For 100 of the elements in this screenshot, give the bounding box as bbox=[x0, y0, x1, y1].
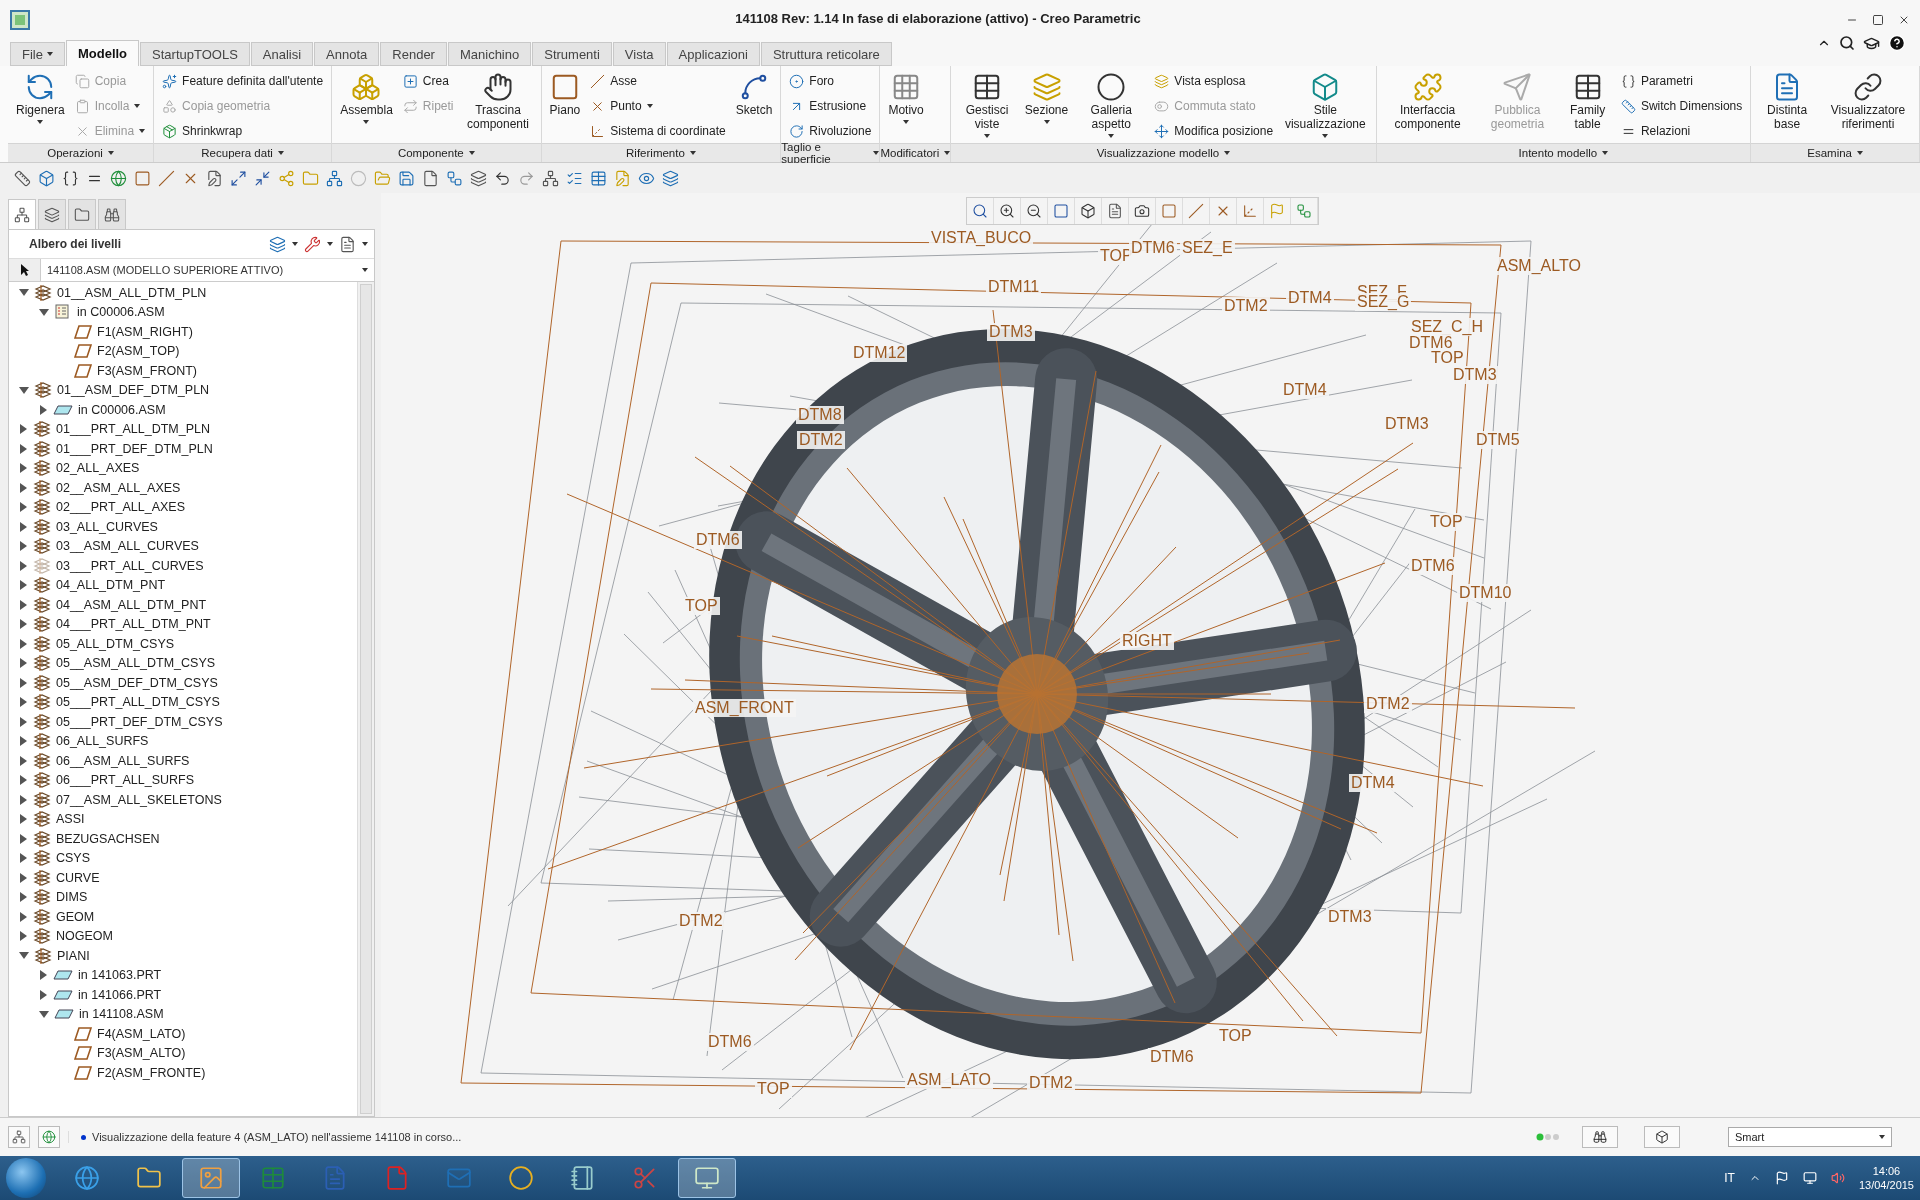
group-label[interactable]: Intento modello bbox=[1376, 143, 1751, 162]
search-icon[interactable] bbox=[1839, 35, 1855, 51]
panel-tab[interactable] bbox=[98, 199, 126, 229]
expand-toggle-icon[interactable] bbox=[20, 872, 27, 883]
expand-toggle-icon[interactable] bbox=[19, 289, 29, 297]
tree-item[interactable]: 05__ASM_DEF_DTM_CSYS bbox=[56, 675, 218, 690]
expand-toggle-icon[interactable] bbox=[20, 638, 27, 649]
ribbon-button[interactable]: Parametri bbox=[1618, 70, 1745, 92]
tree-item[interactable]: 05___PRT_ALL_DTM_CSYS bbox=[56, 695, 220, 710]
ribbon-button[interactable]: Rivoluzione bbox=[787, 120, 874, 142]
caret-icon[interactable] bbox=[362, 242, 368, 246]
ribbon-tab[interactable]: Render bbox=[380, 42, 447, 66]
group-label[interactable]: Modificatori bbox=[880, 143, 951, 162]
ribbon-tab[interactable]: File bbox=[10, 42, 65, 66]
model-select[interactable]: 141108.ASM (MODELLO SUPERIORE ATTIVO) bbox=[41, 259, 374, 281]
tree-item[interactable]: NOGEOM bbox=[56, 929, 113, 944]
expand-toggle-icon[interactable] bbox=[20, 463, 27, 474]
tree-item[interactable]: ASSI bbox=[56, 812, 85, 827]
expand-toggle-icon[interactable] bbox=[20, 677, 27, 688]
ribbon-button[interactable]: Shrinkwrap bbox=[160, 120, 326, 142]
tree-item[interactable]: 01___PRT_DEF_DTM_PLN bbox=[56, 441, 213, 456]
tree-item[interactable]: 06__ASM_ALL_SURFS bbox=[56, 753, 190, 768]
tree-item[interactable]: 02__ASM_ALL_AXES bbox=[56, 480, 181, 495]
tree-item[interactable]: 01__ASM_DEF_DTM_PLN bbox=[57, 383, 210, 398]
ribbon-tab[interactable]: StartupTOOLS bbox=[140, 42, 250, 66]
expand-toggle-icon[interactable] bbox=[20, 502, 27, 513]
ribbon-button[interactable]: Vista esplosa bbox=[1152, 70, 1276, 92]
pointer-button[interactable] bbox=[9, 259, 41, 281]
expand-toggle-icon[interactable] bbox=[20, 580, 27, 591]
expand-toggle-icon[interactable] bbox=[19, 386, 29, 394]
speaker-icon[interactable] bbox=[1830, 1171, 1845, 1185]
tree-item[interactable]: 01__ASM_ALL_DTM_PLN bbox=[57, 285, 207, 300]
clock[interactable]: 14:06 13/04/2015 bbox=[1858, 1163, 1914, 1193]
expand-toggle-icon[interactable] bbox=[20, 716, 27, 727]
tree-item[interactable]: 05___PRT_DEF_DTM_CSYS bbox=[56, 714, 223, 729]
tree-item[interactable]: 02_ALL_AXES bbox=[56, 461, 140, 476]
tree-item[interactable]: 04_ALL_DTM_PNT bbox=[56, 578, 166, 593]
expand-toggle-icon[interactable] bbox=[20, 931, 27, 942]
tree-item[interactable]: in C00006.ASM bbox=[77, 305, 165, 320]
ribbon-button[interactable]: Distinta base bbox=[1757, 70, 1817, 134]
tree-item[interactable]: 05_ALL_DTM_CSYS bbox=[56, 636, 175, 651]
box-button[interactable] bbox=[1644, 1126, 1680, 1148]
tree-item[interactable]: F4(ASM_LATO) bbox=[97, 1026, 186, 1041]
tree-item[interactable]: 02___PRT_ALL_AXES bbox=[56, 500, 186, 515]
ribbon-button[interactable]: Sistema di coordinate bbox=[588, 120, 728, 142]
ribbon-button[interactable]: Modifica posizione bbox=[1152, 120, 1276, 142]
group-label[interactable]: Componente bbox=[332, 143, 541, 162]
ribbon-button[interactable]: Interfaccia componente bbox=[1382, 70, 1473, 134]
group-label[interactable]: Visualizzazione modello bbox=[951, 143, 1376, 162]
ribbon-tab[interactable]: Struttura reticolare bbox=[760, 42, 892, 66]
tree-item[interactable]: in C00006.ASM bbox=[78, 402, 166, 417]
expand-toggle-icon[interactable] bbox=[20, 482, 27, 493]
ribbon-tab[interactable]: Applicazioni bbox=[666, 42, 760, 66]
expand-toggle-icon[interactable] bbox=[20, 599, 27, 610]
tree-item[interactable]: 01___PRT_ALL_DTM_PLN bbox=[56, 422, 211, 437]
ribbon-button[interactable]: Feature definita dall'utente bbox=[160, 70, 326, 92]
ribbon-button[interactable]: Asse bbox=[588, 70, 728, 92]
ribbon-button[interactable]: Family table bbox=[1562, 70, 1613, 134]
expand-toggle-icon[interactable] bbox=[20, 911, 27, 922]
ribbon-button[interactable]: Trascina componenti bbox=[461, 70, 535, 134]
tree-item[interactable]: in 141063.PRT bbox=[78, 968, 162, 983]
expand-toggle-icon[interactable] bbox=[20, 736, 27, 747]
expand-toggle-icon[interactable] bbox=[20, 443, 27, 454]
caret-icon[interactable] bbox=[327, 242, 333, 246]
expand-toggle-icon[interactable] bbox=[20, 814, 27, 825]
ribbon-tab[interactable]: Manichino bbox=[447, 42, 532, 66]
ribbon-button[interactable]: Sketch bbox=[733, 70, 775, 120]
group-label[interactable]: Operazioni bbox=[8, 143, 154, 162]
tree-item[interactable]: 06_ALL_SURFS bbox=[56, 734, 149, 749]
expand-toggle-icon[interactable] bbox=[20, 755, 27, 766]
ribbon-button[interactable]: Piano bbox=[547, 70, 583, 120]
ribbon-tab[interactable]: Modello bbox=[65, 40, 140, 66]
expand-toggle-icon[interactable] bbox=[20, 560, 27, 571]
scrollbar[interactable] bbox=[357, 282, 374, 1116]
ribbon-button[interactable]: Relazioni bbox=[1618, 120, 1745, 142]
ribbon-tab[interactable]: Vista bbox=[612, 42, 666, 66]
tree-toggle-button[interactable] bbox=[8, 1126, 30, 1148]
group-label[interactable]: Riferimento bbox=[541, 143, 781, 162]
ribbon-button[interactable]: Rigenera bbox=[14, 70, 67, 126]
expand-toggle-icon[interactable] bbox=[20, 619, 27, 630]
tree-item[interactable]: in 141108.ASM bbox=[79, 1007, 164, 1022]
ribbon-button[interactable]: Punto bbox=[588, 95, 728, 117]
tree-item[interactable]: 04___PRT_ALL_DTM_PNT bbox=[56, 617, 211, 632]
panel-tab[interactable] bbox=[68, 199, 96, 229]
expand-toggle-icon[interactable] bbox=[20, 892, 27, 903]
expand-toggle-icon[interactable] bbox=[20, 424, 27, 435]
close-icon[interactable] bbox=[1898, 14, 1910, 26]
ribbon-button[interactable]: Crea bbox=[400, 70, 456, 92]
flag-icon[interactable] bbox=[1774, 1171, 1789, 1185]
group-label[interactable]: Esamina bbox=[1751, 143, 1919, 162]
expand-toggle-icon[interactable] bbox=[40, 404, 47, 415]
tree-item[interactable]: in 141066.PRT bbox=[78, 987, 162, 1002]
group-label[interactable]: Recupera dati bbox=[154, 143, 332, 162]
expand-toggle-icon[interactable] bbox=[20, 658, 27, 669]
graphics-window[interactable] bbox=[381, 193, 1920, 1117]
tree-item[interactable]: BEZUGSACHSEN bbox=[56, 831, 160, 846]
tree-item[interactable]: F2(ASM_TOP) bbox=[97, 344, 180, 359]
tree-item[interactable]: F3(ASM_FRONT) bbox=[97, 363, 197, 378]
expand-toggle-icon[interactable] bbox=[19, 952, 29, 960]
tree-item[interactable]: 07__ASM_ALL_SKELETONS bbox=[56, 792, 222, 807]
